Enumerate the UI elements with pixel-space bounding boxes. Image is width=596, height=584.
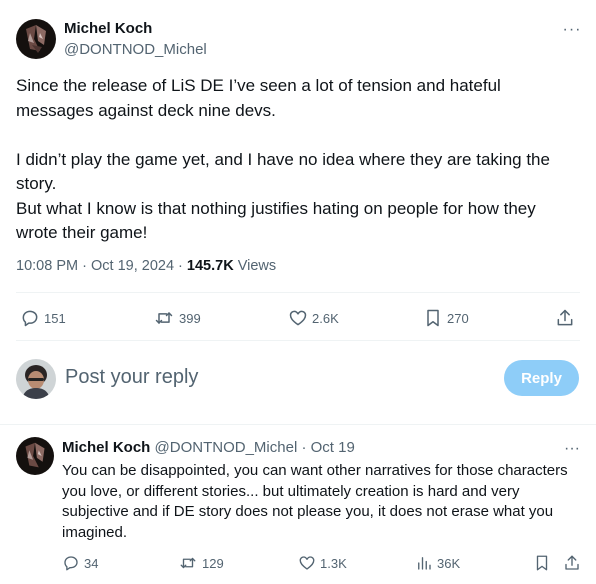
comment-icon [64, 556, 78, 571]
reply-date[interactable]: Oct 19 [311, 439, 355, 456]
repost-icon [180, 557, 196, 569]
views-label: Views [237, 258, 277, 274]
repost-count: 399 [179, 310, 201, 326]
bookmark-action[interactable]: 270 [423, 308, 469, 328]
bookmark-icon [536, 555, 548, 571]
tweet-text: Since the release of LiS DE I’ve seen a … [16, 74, 576, 246]
tweet-meta: 10:08 PM · Oct 19, 2024 · 145.7K Views [16, 258, 276, 274]
comment-icon [22, 310, 38, 327]
reply-bookmark-action[interactable] [533, 554, 551, 572]
share-action[interactable] [555, 308, 575, 328]
heart-icon [299, 556, 315, 570]
post-date[interactable]: Oct 19, 2024 [91, 258, 174, 274]
bookmark-count: 270 [447, 310, 469, 326]
reply-more-icon[interactable]: ··· [560, 439, 584, 459]
reply-repost-action[interactable]: 129 [178, 554, 224, 572]
reply-separator: · [301, 439, 307, 456]
like-action[interactable]: 2.6K [288, 308, 339, 328]
views-chart-icon [418, 557, 431, 570]
post-time[interactable]: 10:08 PM [16, 258, 78, 274]
author-name[interactable]: Michel Koch [64, 20, 152, 37]
reply-author-name[interactable]: Michel Koch [62, 439, 150, 456]
share-icon [557, 309, 573, 326]
divider [16, 292, 580, 293]
divider [16, 340, 580, 341]
reply-header: Michel Koch @DONTNOD_Michel · Oct 19 [62, 439, 355, 456]
reply-reply-action[interactable]: 34 [62, 554, 98, 572]
author-handle[interactable]: @DONTNOD_Michel [64, 41, 207, 58]
like-count: 2.6K [312, 310, 339, 326]
reply-share-action[interactable] [563, 554, 581, 572]
views-count: 145.7K [186, 258, 234, 274]
reply-button[interactable]: Reply [504, 360, 579, 396]
reply-input[interactable]: Post your reply [65, 366, 198, 389]
author-avatar[interactable] [16, 19, 56, 59]
share-icon [565, 555, 579, 570]
heart-icon [289, 310, 307, 326]
user-avatar[interactable] [16, 359, 56, 399]
bookmark-icon [427, 309, 439, 327]
reply-action[interactable]: 151 [20, 308, 66, 328]
reply-author-avatar[interactable] [16, 437, 54, 475]
reply-author-handle[interactable]: @DONTNOD_Michel [155, 439, 298, 456]
reply-views-action[interactable]: 36K [415, 554, 460, 572]
section-divider [0, 424, 596, 425]
reply-reply-count: 34 [84, 555, 99, 571]
repost-action[interactable]: 399 [153, 308, 201, 328]
reply-like-action[interactable]: 1.3K [298, 554, 347, 572]
tweet-paragraph: I didn’t play the game yet, and I have n… [16, 149, 550, 243]
reply-repost-count: 129 [202, 555, 224, 571]
reply-text: You can be disappointed, you can want ot… [62, 462, 568, 541]
more-icon[interactable]: ··· [560, 20, 584, 40]
reply-like-count: 1.3K [320, 555, 347, 571]
repost-icon [155, 312, 173, 324]
meta-separator: · [82, 258, 87, 274]
reply-count: 151 [44, 310, 66, 326]
tweet-paragraph: Since the release of LiS DE I’ve seen a … [16, 76, 506, 120]
reply-views-count: 36K [437, 555, 461, 571]
meta-separator: · [178, 258, 183, 274]
